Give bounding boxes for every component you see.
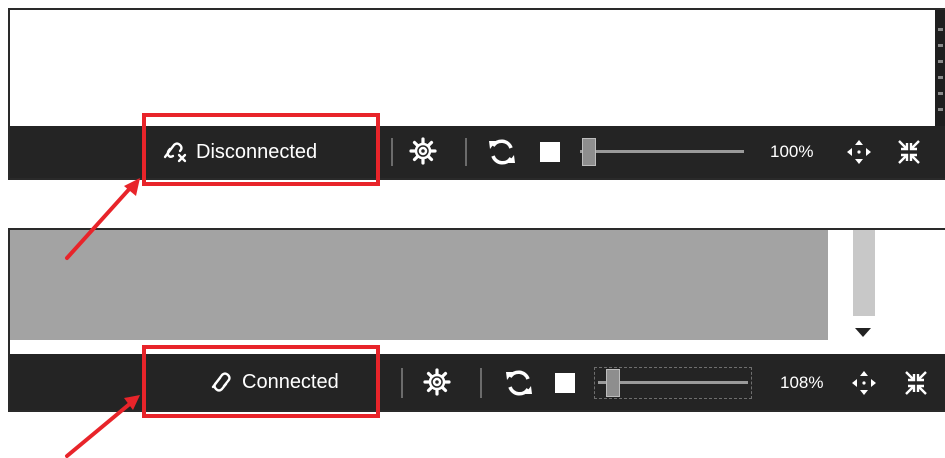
arrow: [65, 184, 134, 260]
annotation-arrows: [65, 178, 140, 458]
arrow: [65, 400, 134, 458]
